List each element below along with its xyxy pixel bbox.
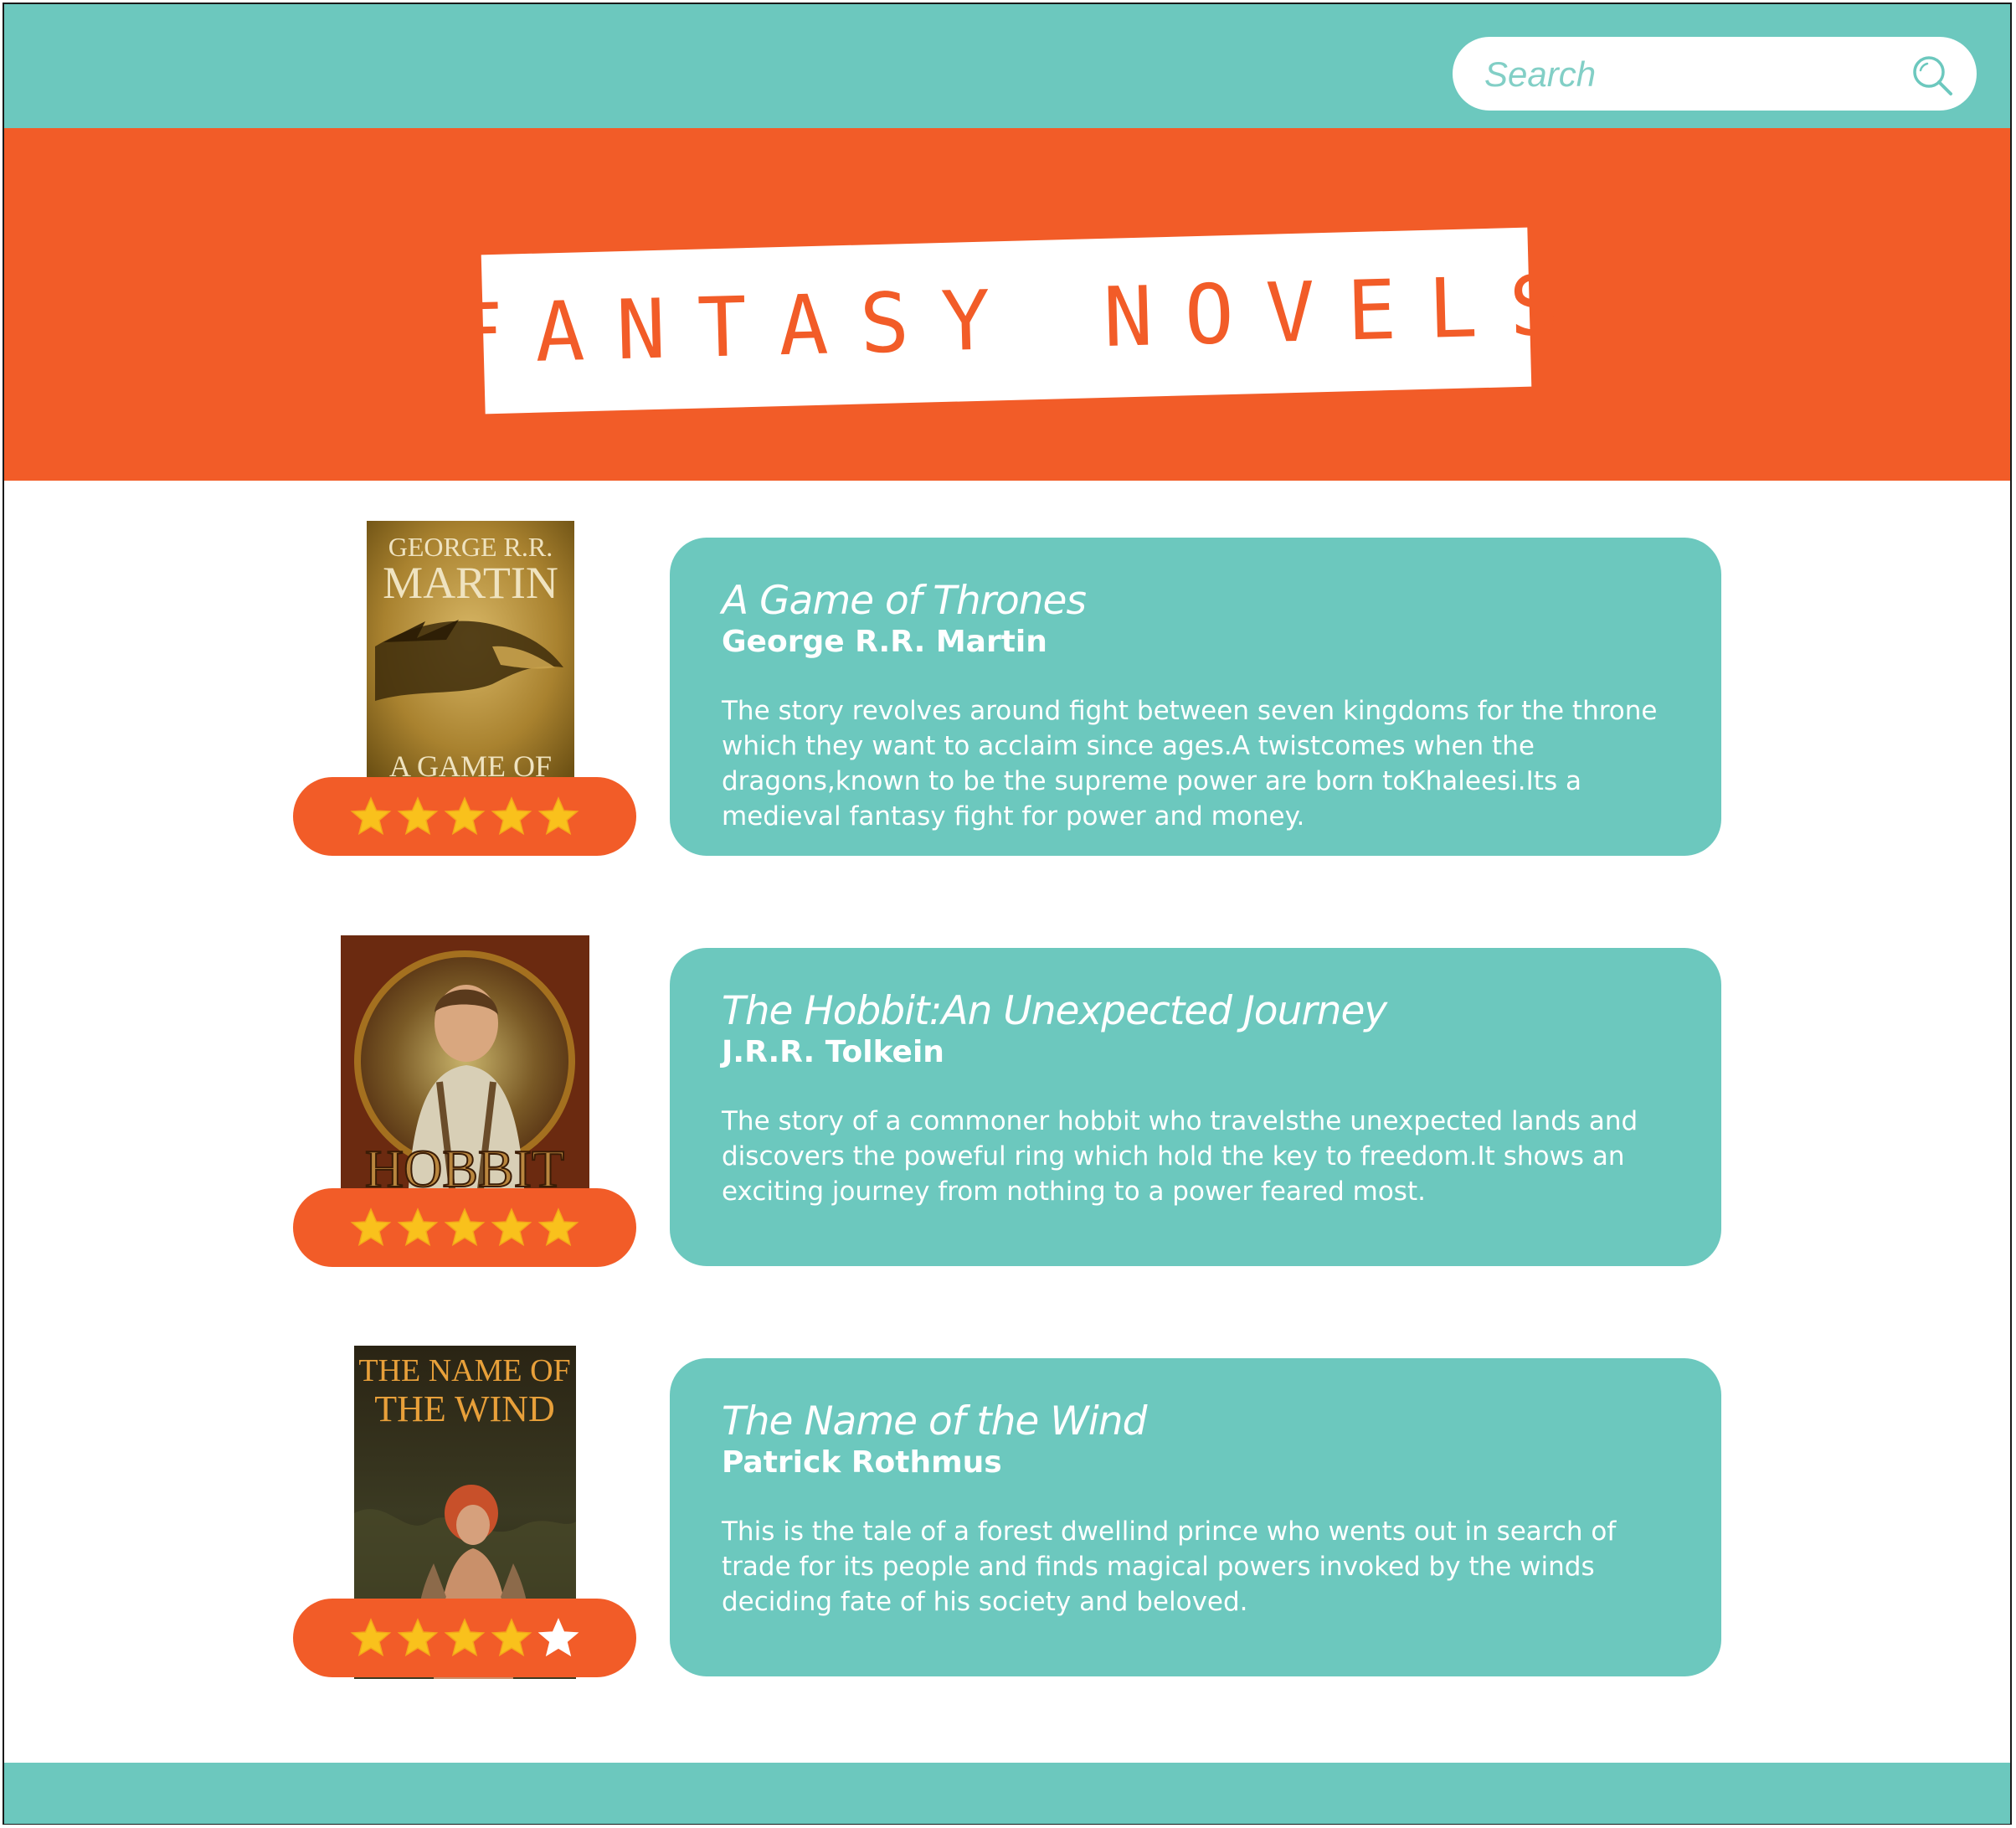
- cover-art: HOBBIT: [341, 935, 589, 1203]
- book-title[interactable]: A Game of Thrones: [722, 578, 1087, 624]
- search-icon[interactable]: [1909, 52, 1956, 99]
- book-author: J.R.R. Tolkein: [722, 1035, 944, 1069]
- book-author: George R.R. Martin: [722, 625, 1047, 659]
- book-description: This is the tale of a forest dwellind pr…: [722, 1516, 1617, 1617]
- star-filled-icon: [491, 1618, 532, 1657]
- page-title: Fantasy Novels: [452, 257, 1592, 384]
- star-filled-icon: [350, 1208, 392, 1247]
- cover-line-2: THE WIND: [374, 1388, 554, 1429]
- cover-line-1: THE NAME OF: [358, 1353, 570, 1388]
- book-title[interactable]: The Hobbit:An Unexpected Journey: [722, 988, 1387, 1034]
- book-cover-the-hobbit[interactable]: HOBBIT: [341, 935, 589, 1203]
- star-filled-icon: [537, 796, 579, 836]
- star-filled-icon: [444, 796, 486, 836]
- star-filled-icon: [491, 796, 532, 836]
- book-description: The story revolves around fight between …: [722, 696, 1658, 832]
- star-filled-icon: [397, 1208, 439, 1247]
- search-input[interactable]: [1483, 49, 1888, 100]
- book-author: Patrick Rothmus: [722, 1445, 1002, 1480]
- rating-badge: [293, 1188, 636, 1267]
- star-filled-icon: [444, 1208, 486, 1247]
- rating-badge: [293, 777, 636, 856]
- star-filled-icon: [350, 1618, 392, 1657]
- star-filled-icon: [537, 1208, 579, 1247]
- cover-art: GEORGE R.R. MARTIN A GAME OF: [367, 521, 574, 785]
- search-bar[interactable]: [1453, 37, 1977, 111]
- book-cover-game-of-thrones[interactable]: GEORGE R.R. MARTIN A GAME OF: [367, 521, 574, 785]
- star-filled-icon: [397, 1618, 439, 1657]
- book-title[interactable]: The Name of the Wind: [722, 1398, 1147, 1444]
- book-description: The story of a commoner hobbit who trave…: [722, 1106, 1638, 1207]
- book-card[interactable]: A Game of Thrones George R.R. Martin The…: [670, 538, 1721, 856]
- star-filled-icon: [397, 796, 439, 836]
- star-filled-icon: [350, 796, 392, 836]
- footer-bar: [4, 1763, 2010, 1824]
- star-filled-icon: [491, 1208, 532, 1247]
- title-card: Fantasy Novels: [452, 227, 1592, 415]
- star-empty-icon: [537, 1618, 579, 1657]
- book-card[interactable]: The Name of the Wind Patrick Rothmus Thi…: [670, 1358, 1721, 1676]
- star-filled-icon: [444, 1618, 486, 1657]
- rating-badge: [293, 1599, 636, 1677]
- book-card[interactable]: The Hobbit:An Unexpected Journey J.R.R. …: [670, 948, 1721, 1266]
- cover-line-2: MARTIN: [383, 558, 558, 608]
